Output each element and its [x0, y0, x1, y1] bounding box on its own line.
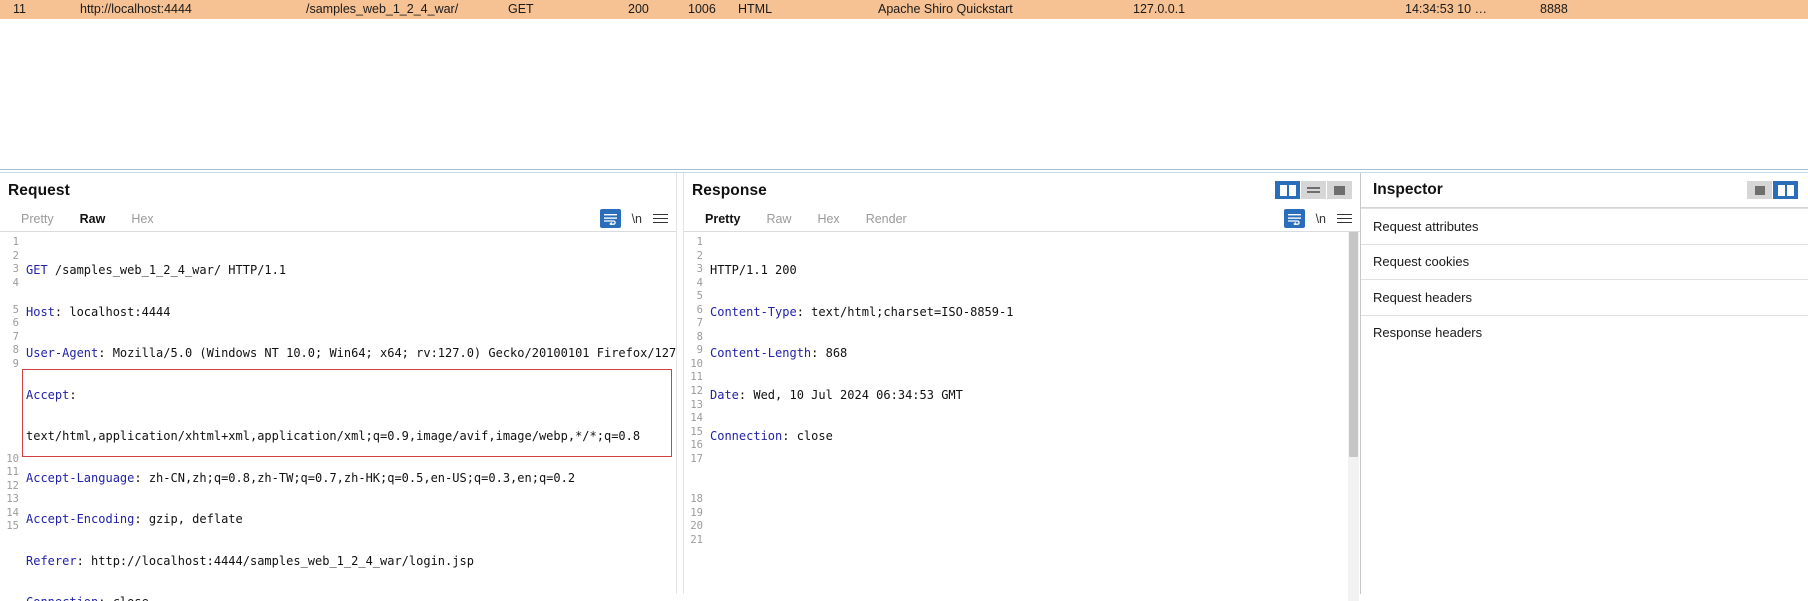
inspector-expand-button[interactable] [1773, 181, 1798, 199]
response-line-1: HTTP/1.1 200 [710, 263, 797, 277]
response-pretty-content[interactable]: HTTP/1.1 200 Content-Type: text/html;cha… [710, 232, 1346, 601]
request-editor[interactable]: 123456 789 10 11 12 13 14 15 GET /samples_web… [0, 232, 676, 601]
response-tab-hex[interactable]: Hex [804, 206, 852, 232]
request-raw-content[interactable]: GET /samples_web_1_2_4_war/ HTTP/1.1 Hos… [26, 232, 676, 601]
request-line-7: Referer: http://localhost:4444/samples_w… [26, 553, 474, 568]
inspector-collapse-button[interactable] [1747, 181, 1772, 199]
response-editor[interactable]: 1234567 8 9 10 11 12 13 14 15 16 17 18 19 20 21 HTT… [684, 232, 1360, 601]
response-menu-icon[interactable] [1337, 213, 1352, 224]
request-line-3: User-Agent: Mozilla/5.0 (Windows NT 10.0… [26, 346, 676, 361]
request-panel: Request Pretty Raw Hex \n 1 2 3 4 5 6 7 … [0, 173, 676, 601]
request-line-6: Accept-Encoding: gzip, deflate [26, 512, 243, 527]
http-history-selected-row[interactable]: 11 http://localhost:4444 GET /samples_we… [0, 0, 1808, 19]
request-line-5: Accept-Language: zh-CN,zh;q=0.8,zh-TW;q=… [26, 470, 576, 485]
inspector-section-request-headers[interactable]: Request headers [1361, 279, 1808, 315]
inspector-section-request-attributes[interactable]: Request attributes [1361, 208, 1808, 244]
response-line-9 [710, 596, 1346, 601]
inspector-toggle-group [1747, 181, 1798, 199]
row-url: /samples_web_1_2_4_war/ [306, 2, 459, 16]
response-tab-pretty[interactable]: Pretty [692, 206, 753, 232]
request-panel-title: Request [8, 182, 70, 199]
response-panel-title: Response [692, 182, 767, 199]
request-line-2: Host: localhost:4444 [26, 304, 171, 319]
request-tab-raw[interactable]: Raw [67, 206, 119, 232]
response-line-4: Date: Wed, 10 Jul 2024 06:34:53 GMT [710, 387, 963, 402]
vertical-splitter[interactable] [676, 173, 684, 594]
response-wrap-lines-icon[interactable] [1283, 209, 1305, 228]
response-tab-raw[interactable]: Raw [753, 206, 804, 232]
response-tab-bar: Pretty Raw Hex Render \n [684, 206, 1360, 232]
response-line-3: Content-Length: 868 [710, 346, 848, 361]
row-host: http://localhost:4444 [80, 2, 192, 16]
row-ip-address: 127.0.0.1 [1133, 2, 1186, 16]
request-line-numbers: 123456 789 10 11 12 13 14 15 [0, 232, 22, 601]
empty-area [0, 19, 1808, 169]
response-line-6 [710, 472, 1346, 486]
split-vertical-layout-button[interactable] [1275, 181, 1300, 199]
request-tab-hex[interactable]: Hex [118, 206, 166, 232]
request-line-4-wrap: text/html,application/xhtml+xml,applicat… [26, 429, 641, 444]
request-menu-icon[interactable] [653, 213, 668, 224]
layout-toggle-group [1275, 181, 1352, 199]
request-line-8: Connection: close [26, 596, 662, 601]
response-panel: Response Pretty Raw Hex Render \n 1 2 3 … [684, 173, 1360, 601]
request-line-1: GET /samples_web_1_2_4_war/ HTTP/1.1 [26, 263, 287, 277]
request-wrap-lines-icon[interactable] [599, 209, 621, 228]
row-number: 11 [13, 2, 26, 16]
response-newline-icon[interactable]: \n [1316, 212, 1326, 226]
single-pane-layout-button[interactable] [1327, 181, 1352, 199]
inspector-title: Inspector [1373, 181, 1443, 198]
response-line-8 [710, 555, 1346, 569]
inspector-section-response-headers[interactable]: Response headers [1361, 314, 1808, 351]
inspector-section-request-cookies[interactable]: Request cookies [1361, 243, 1808, 280]
response-line-numbers: 1234567 8 9 10 11 12 13 14 15 16 17 18 19 20 21 [684, 232, 706, 601]
row-mime-type: HTML [738, 2, 773, 16]
response-tab-render[interactable]: Render [853, 206, 920, 232]
request-newline-icon[interactable]: \n [632, 212, 642, 226]
row-length: 1006 [688, 2, 716, 16]
response-vertical-scrollbar[interactable] [1348, 232, 1359, 601]
horizontal-splitter-top[interactable] [0, 169, 1808, 170]
row-timestamp: 14:34:53 10 … [1405, 2, 1488, 16]
response-line-2: Content-Type: text/html;charset=ISO-8859… [710, 304, 1014, 319]
response-line-5: Connection: close [710, 429, 833, 444]
row-method: GET [508, 2, 534, 16]
inspector-panel: Inspector Request attributes Request coo… [1360, 173, 1808, 594]
row-port: 8888 [1540, 2, 1568, 16]
split-horizontal-layout-button[interactable] [1301, 181, 1326, 199]
request-tab-bar: Pretty Raw Hex \n [0, 206, 676, 232]
row-status-code: 200 [628, 2, 649, 16]
request-line-4: Accept: [26, 387, 77, 402]
inspector-sections: Request attributes Request cookies Reque… [1361, 207, 1808, 350]
row-page-title: Apache Shiro Quickstart [878, 2, 1013, 16]
request-tab-pretty[interactable]: Pretty [8, 206, 67, 232]
response-line-7 [710, 513, 1346, 527]
inspector-header: Inspector [1361, 173, 1808, 207]
